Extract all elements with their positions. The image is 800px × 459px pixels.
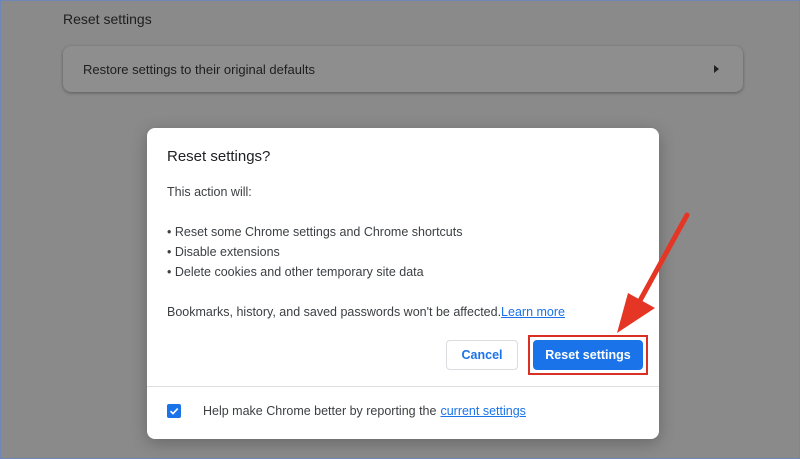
action-intro: This action will:: [167, 185, 252, 199]
learn-more-link[interactable]: Learn more: [501, 305, 565, 319]
dialog-footer: Help make Chrome better by reporting the…: [167, 404, 526, 418]
bullet-item: • Reset some Chrome settings and Chrome …: [167, 225, 463, 239]
reset-settings-button[interactable]: Reset settings: [533, 340, 643, 370]
dialog-title: Reset settings?: [167, 148, 271, 165]
bullet-item: • Delete cookies and other temporary sit…: [167, 265, 424, 279]
unaffected-note: Bookmarks, history, and saved passwords …: [167, 302, 639, 322]
bullet-item: • Disable extensions: [167, 245, 280, 259]
dialog-actions: Cancel Reset settings: [446, 335, 648, 375]
cancel-button[interactable]: Cancel: [446, 340, 518, 370]
arrow-right-icon: [714, 65, 719, 73]
reset-settings-dialog: Reset settings? This action will: • Rese…: [147, 128, 659, 439]
dialog-body: This action will: • Reset some Chrome se…: [167, 182, 639, 322]
restore-defaults-label: Restore settings to their original defau…: [83, 61, 315, 77]
section-title: Reset settings: [63, 11, 152, 27]
restore-defaults-row[interactable]: Restore settings to their original defau…: [63, 46, 743, 92]
dialog-divider: [147, 386, 659, 387]
current-settings-link[interactable]: current settings: [440, 404, 525, 418]
unaffected-note-text: Bookmarks, history, and saved passwords …: [167, 305, 502, 319]
check-icon: [169, 408, 179, 415]
reset-button-highlight: Reset settings: [528, 335, 648, 375]
report-settings-checkbox[interactable]: [167, 404, 181, 418]
footer-text: Help make Chrome better by reporting the: [203, 404, 437, 418]
settings-page: Reset settings Restore settings to their…: [0, 0, 800, 459]
